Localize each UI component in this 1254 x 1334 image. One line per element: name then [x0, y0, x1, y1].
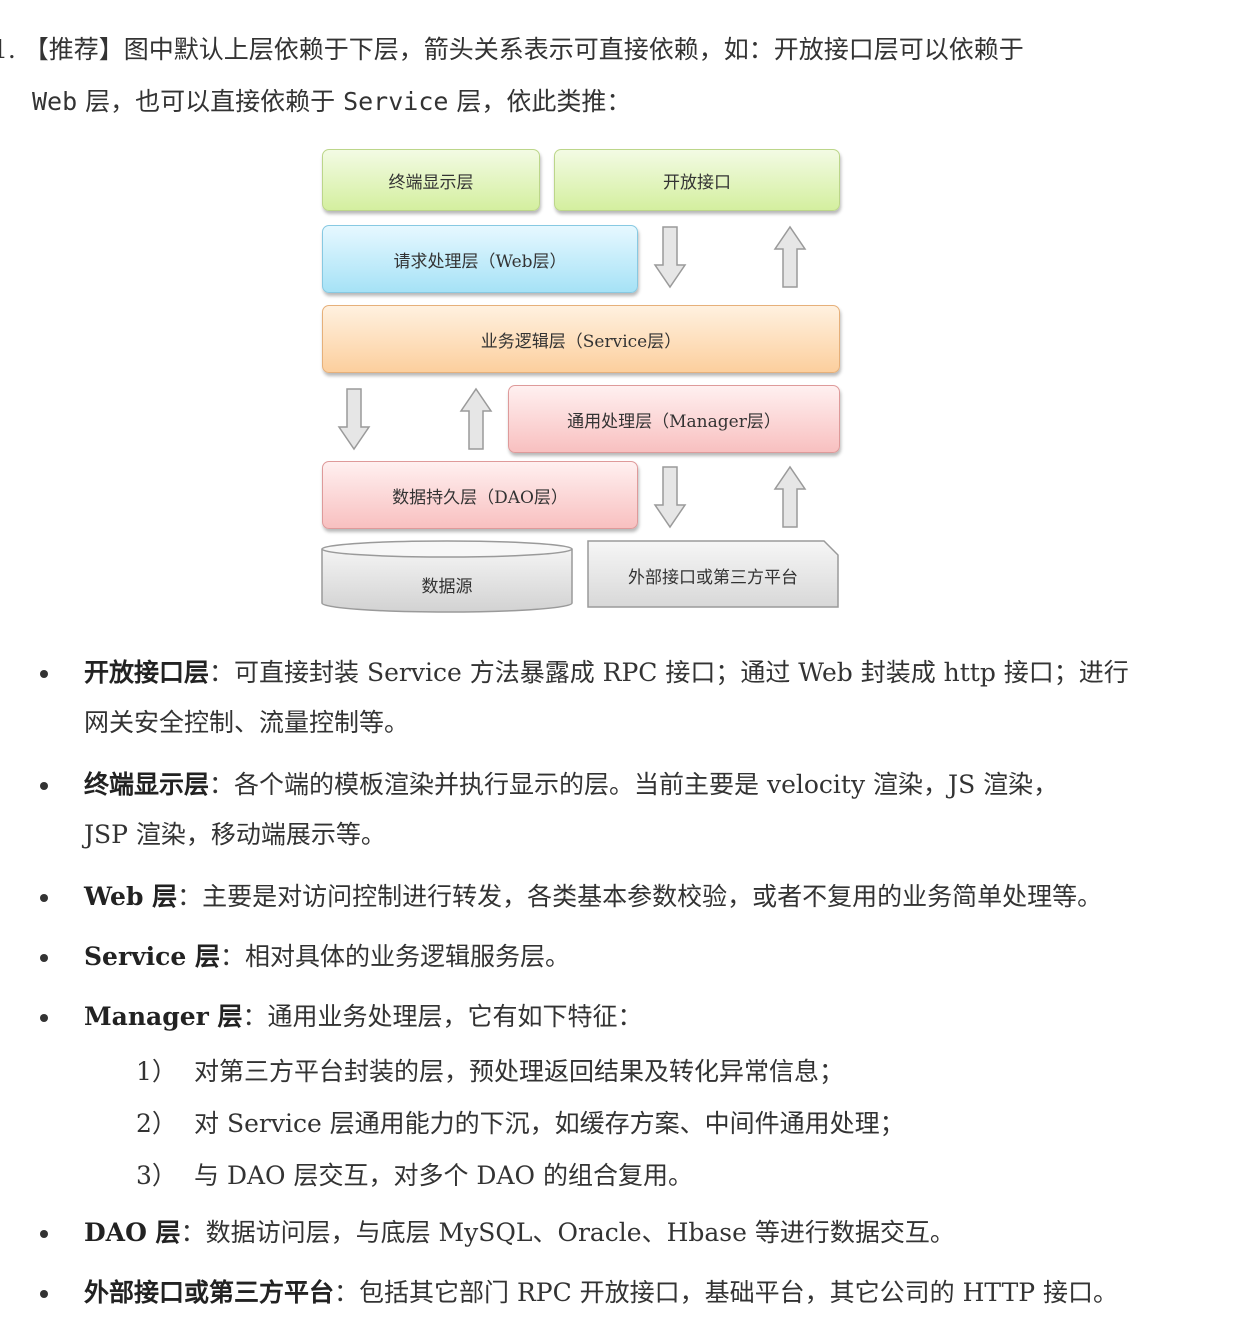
subitem-text: 对 Service 层通用能力的下沉，如缓存方案、中间件通用处理；	[194, 1109, 905, 1138]
bullet-title: 外部接口或第三方平台	[84, 1278, 335, 1307]
down-arrow-icon	[337, 388, 371, 451]
bullet-external-line: 外部接口或第三方平台：包括其它部门 RPC 开放接口，基础平台，其它公司的 HT…	[84, 1276, 1118, 1310]
intro-text-a: 层，也可以直接依赖于	[77, 87, 344, 116]
bullet-title: DAO 层	[84, 1218, 181, 1247]
bullet-open-api-line2: 网关安全控制、流量控制等。	[84, 708, 410, 737]
down-arrow-icon	[653, 466, 687, 529]
bullet-terminal-line2: JSP 渲染，移动端展示等。	[84, 820, 386, 849]
intro-line-2: Web 层，也可以直接依赖于 Service 层，依此类推：	[32, 76, 631, 128]
manager-subitem-2: 2） 对 Service 层通用能力的下沉，如缓存方案、中间件通用处理；	[136, 1104, 905, 1140]
bullet-text: ：通用业务处理层，它有如下特征：	[242, 1002, 643, 1031]
bullet-title: Web 层	[84, 882, 178, 911]
intro-web-code: Web	[32, 87, 78, 116]
manager-subitem-1: 1） 对第三方平台封装的层，预处理返回结果及转化异常信息；	[136, 1052, 844, 1088]
subitem-number: 3）	[136, 1161, 177, 1190]
bullet-text: ：可直接封装 Service 方法暴露成 RPC 接口；通过 Web 封装成 h…	[209, 658, 1129, 687]
open-api-box: 开放接口	[554, 149, 840, 211]
bullet-manager-line: Manager 层：通用业务处理层，它有如下特征：	[84, 1000, 643, 1034]
subitem-number: 2）	[136, 1109, 177, 1138]
manager-layer-box: 通用处理层（Manager层）	[508, 385, 840, 453]
subitem-number: 1）	[136, 1057, 177, 1086]
bullet-dot	[40, 782, 48, 790]
intro-service-code: Service	[343, 87, 449, 116]
bullet-web-line: Web 层：主要是对访问控制进行转发，各类基本参数校验，或者不复用的业务简单处理…	[84, 880, 1102, 914]
external-platform-label: 外部接口或第三方平台	[628, 567, 798, 588]
intro-line-1: 1. 【推荐】图中默认上层依赖于下层，箭头关系表示可直接依赖，如：开放接口层可以…	[0, 35, 1024, 64]
bullet-open-api-line1: 开放接口层：可直接封装 Service 方法暴露成 RPC 接口；通过 Web …	[84, 656, 1129, 690]
dao-layer-box: 数据持久层（DAO层）	[322, 461, 638, 529]
bullet-service-line: Service 层：相对具体的业务逻辑服务层。	[84, 940, 570, 974]
up-arrow-icon	[773, 465, 807, 528]
bullet-dot	[40, 670, 48, 678]
bullet-dot	[40, 954, 48, 962]
bullet-dot	[40, 894, 48, 902]
datasource-label: 数据源	[421, 576, 473, 597]
subitem-text: 对第三方平台封装的层，预处理返回结果及转化异常信息；	[194, 1057, 845, 1086]
bullet-title: 终端显示层	[84, 770, 210, 799]
bullet-text: ：主要是对访问控制进行转发，各类基本参数校验，或者不复用的业务简单处理等。	[177, 882, 1103, 911]
bullet-dot	[40, 1230, 48, 1238]
up-arrow-icon	[459, 387, 493, 450]
bullet-dao-line: DAO 层：数据访问层，与底层 MySQL、Oracle、Hbase 等进行数据…	[84, 1216, 955, 1250]
manager-subitem-3: 3） 与 DAO 层交互，对多个 DAO 的组合复用。	[136, 1156, 693, 1192]
up-arrow-icon	[773, 225, 807, 288]
bullet-title: Manager 层	[84, 1002, 243, 1031]
bullet-text: ：各个端的模板渲染并执行显示的层。当前主要是 velocity 渲染，JS 渲染…	[209, 770, 1059, 799]
bullet-dot	[40, 1290, 48, 1298]
bullet-title: 开放接口层	[84, 658, 210, 687]
bullet-text: ：相对具体的业务逻辑服务层。	[220, 942, 571, 971]
subitem-text: 与 DAO 层交互，对多个 DAO 的组合复用。	[194, 1161, 693, 1190]
terminal-layer-box: 终端显示层	[322, 149, 540, 211]
bullet-text: ：数据访问层，与底层 MySQL、Oracle、Hbase 等进行数据交互。	[180, 1218, 955, 1247]
bullet-dot	[40, 1014, 48, 1022]
bullet-title: Service 层	[84, 942, 220, 971]
service-layer-box: 业务逻辑层（Service层）	[322, 305, 840, 373]
bullet-text: ：包括其它部门 RPC 开放接口，基础平台，其它公司的 HTTP 接口。	[334, 1278, 1119, 1307]
web-layer-box: 请求处理层（Web层）	[322, 225, 638, 293]
bullet-terminal-line1: 终端显示层：各个端的模板渲染并执行显示的层。当前主要是 velocity 渲染，…	[84, 768, 1058, 802]
down-arrow-icon	[653, 226, 687, 289]
layer-diagram: 终端显示层 开放接口 请求处理层（Web层） 业务逻辑层（Service层） 通…	[318, 143, 844, 619]
intro-text-b: 层，依此类推：	[448, 87, 632, 116]
